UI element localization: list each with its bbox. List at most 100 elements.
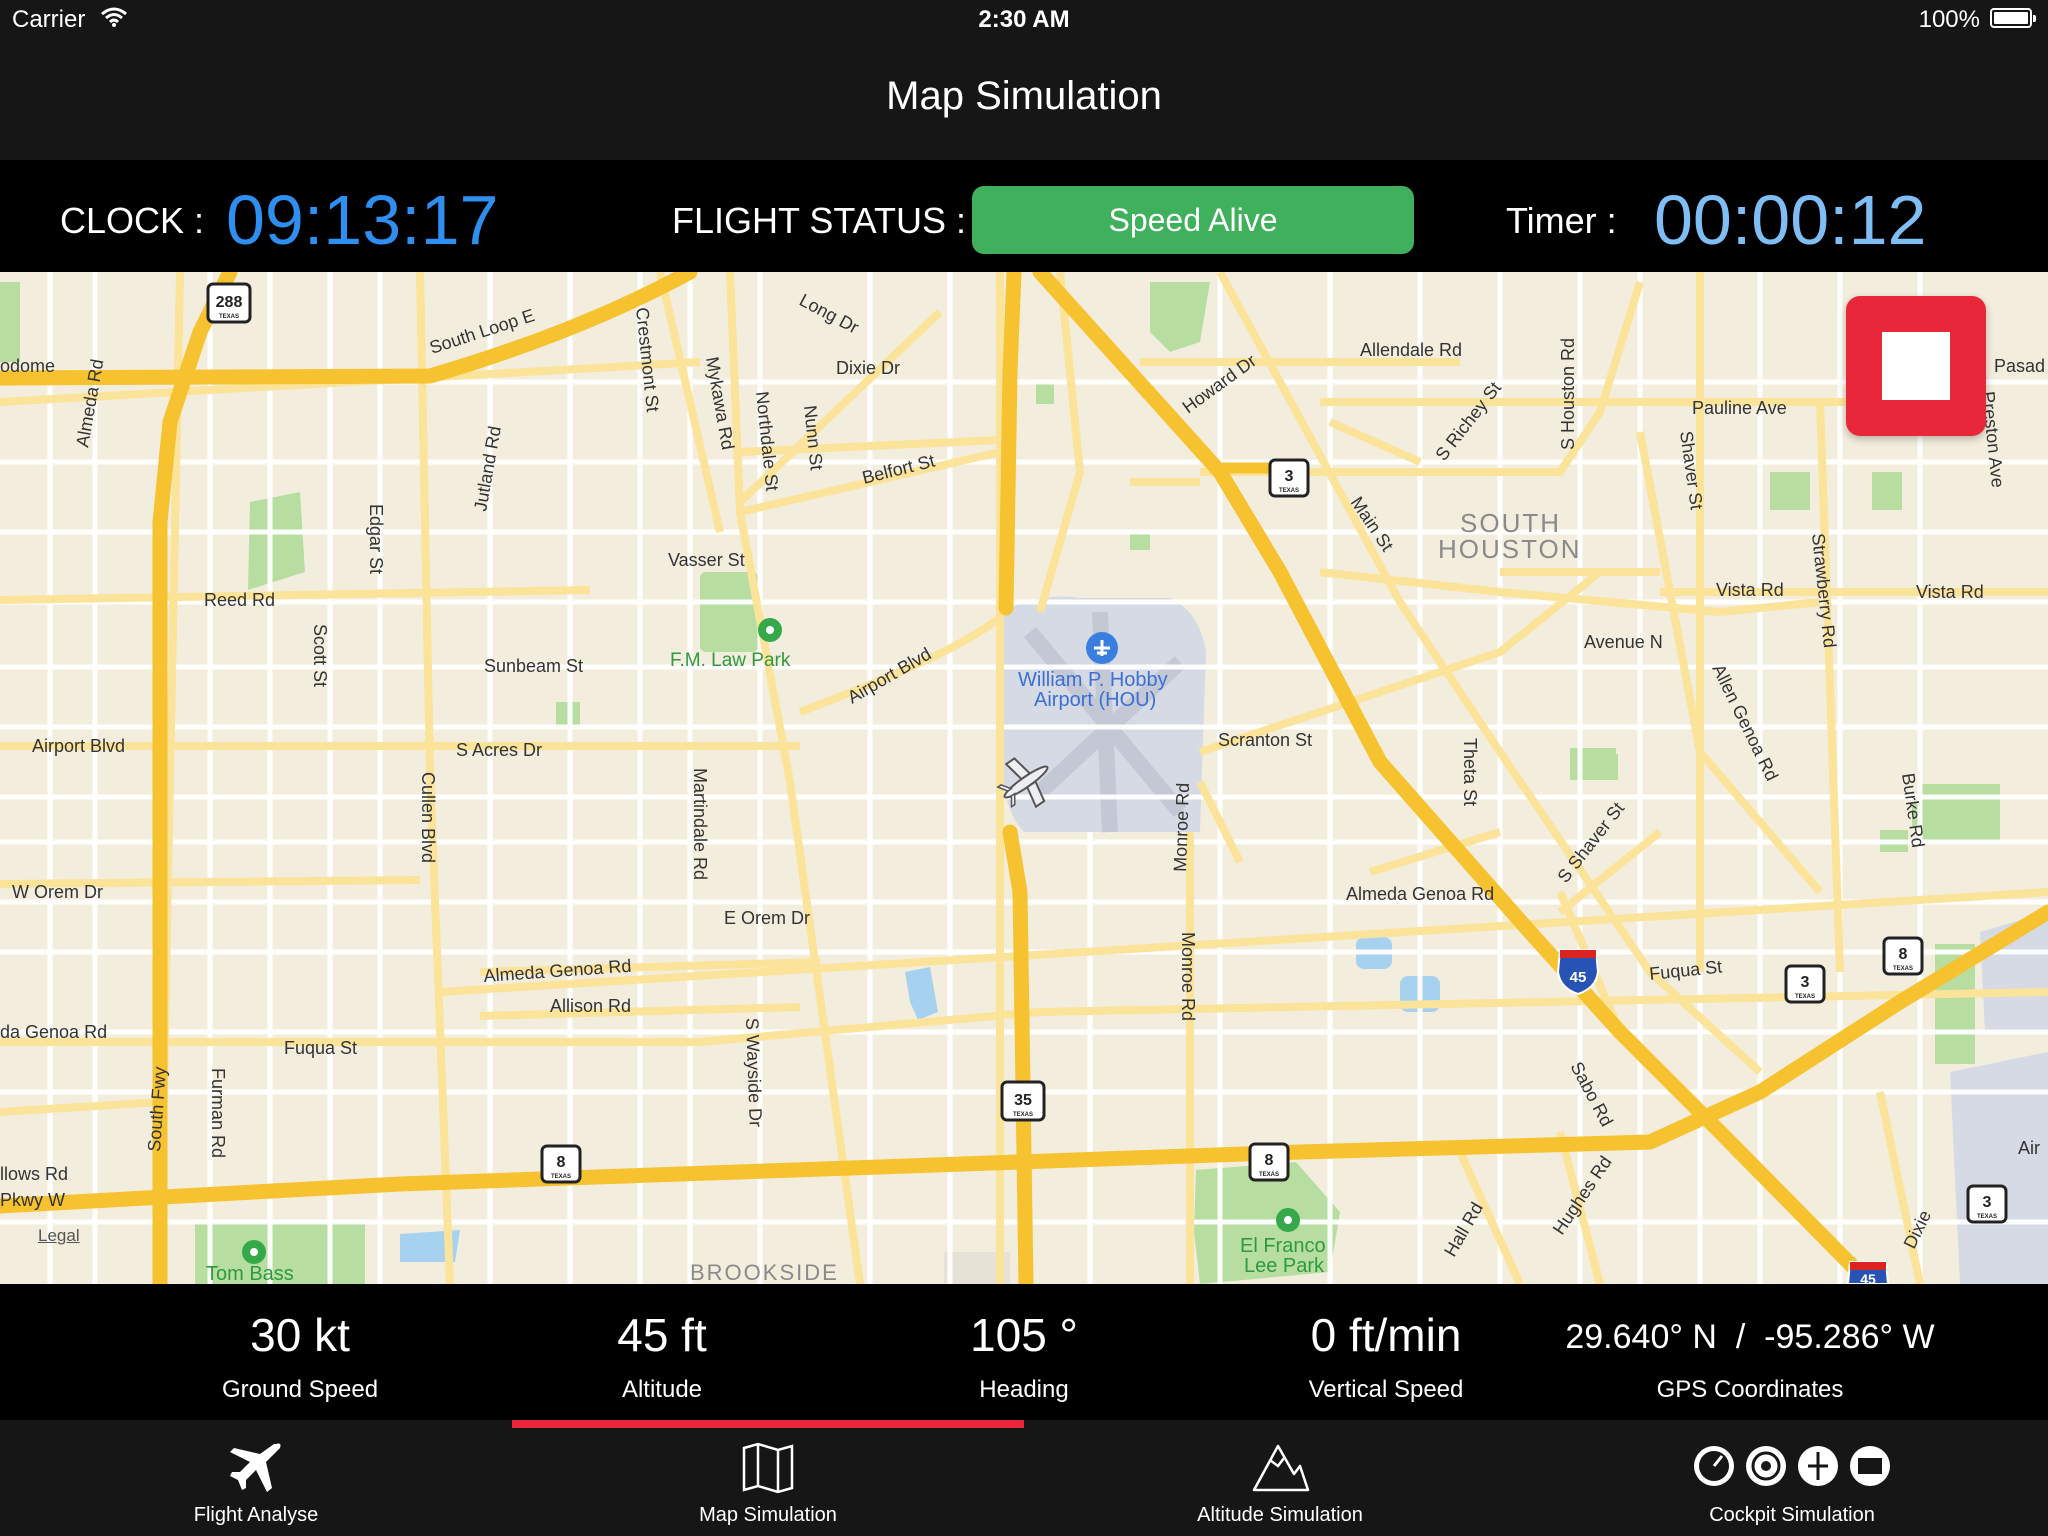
map-label-hall: Hall Rd	[1440, 1199, 1487, 1260]
svg-text:TEXAS: TEXAS	[1977, 1214, 1997, 1220]
svg-text:TEXAS: TEXAS	[1279, 488, 1299, 494]
map-label-vasser: Vasser St	[668, 550, 745, 570]
svg-text:TEXAS: TEXAS	[1893, 966, 1913, 972]
svg-text:288: 288	[216, 294, 243, 311]
svg-text:45: 45	[1860, 1271, 1876, 1284]
svg-text:3: 3	[1983, 1194, 1992, 1211]
map-label-cullen: Cullen Blvd	[418, 772, 438, 863]
svg-text:35: 35	[1014, 1092, 1032, 1109]
highway-shield-3-south: 3 TEXAS	[1966, 1184, 2008, 1224]
map-label-da-genoa: da Genoa Rd	[0, 1022, 107, 1042]
map-label-edgar: Edgar St	[366, 504, 386, 574]
map-label-vista-e: Vista Rd	[1916, 582, 1984, 602]
highway-shield-8-center: 8 TEXAS	[1248, 1142, 1290, 1182]
ground-speed-label: Ground Speed	[221, 1376, 379, 1403]
svg-text:TEXAS: TEXAS	[551, 1174, 571, 1180]
timer-label: Timer :	[1506, 200, 1617, 241]
clock-value: 09:13:17	[226, 181, 499, 259]
svg-text:3: 3	[1285, 468, 1294, 485]
map-label-monroe2: Monroe Rd	[1178, 932, 1198, 1021]
vertical-speed-readout: 0 ft/min Vertical Speed	[1246, 1284, 1526, 1420]
tab-bar: Flight Analyse Map Simulation Altitude S…	[0, 1420, 2048, 1536]
map-legal-link[interactable]: Legal	[38, 1226, 80, 1246]
interstate-shield-45: 45	[1556, 949, 1600, 996]
battery-icon	[1990, 8, 2036, 28]
highway-shield-288: 288 TEXAS	[206, 282, 252, 324]
altitude-label: Altitude	[621, 1376, 703, 1403]
svg-text:TEXAS: TEXAS	[1259, 1172, 1279, 1178]
tab-cockpit-simulation[interactable]: Cockpit Simulation	[1664, 1420, 1920, 1536]
vertical-speed-label: Vertical Speed	[1308, 1376, 1464, 1403]
map-label-pkwy: Pkwy W	[0, 1190, 65, 1210]
map-canvas[interactable]: South Loop E Dixie Dr Long Dr Belfort St…	[0, 272, 2048, 1284]
status-time: 2:30 AM	[978, 6, 1070, 33]
ground-speed-readout: 30 kt Ground Speed	[160, 1284, 440, 1420]
telemetry-bar: 30 kt Ground Speed 45 ft Altitude 105 ° …	[0, 1284, 2048, 1420]
map-label-fuqua: Fuqua St	[284, 1038, 357, 1058]
altitude-readout: 45 ft Altitude	[522, 1284, 802, 1420]
altitude-value: 45 ft	[617, 1309, 707, 1361]
page-title: Map Simulation	[886, 74, 1162, 118]
cockpit-instruments-icon	[1694, 1446, 1890, 1486]
map-label-pasad: Pasad	[1994, 356, 2045, 376]
map-label-airport-blvd-e: Airport Blvd	[844, 644, 935, 708]
map-label-e-orem: E Orem Dr	[724, 908, 810, 928]
highway-shield-35: 35 TEXAS	[1000, 1080, 1046, 1122]
map-label-scranton: Scranton St	[1218, 730, 1312, 750]
heading-readout: 105 ° Heading	[884, 1284, 1164, 1420]
map-label-avenue-n: Avenue N	[1584, 632, 1663, 652]
vertical-speed-value: 0 ft/min	[1310, 1309, 1462, 1361]
svg-text:TEXAS: TEXAS	[219, 314, 239, 320]
heading-value: 105 °	[970, 1309, 1078, 1361]
svg-text:3: 3	[1801, 974, 1810, 991]
highway-shield-8-east: 8 TEXAS	[1882, 936, 1924, 976]
tab-altitude-simulation[interactable]: Altitude Simulation	[1152, 1420, 1408, 1536]
battery-percent: 100%	[1918, 6, 1980, 33]
stop-icon	[1882, 332, 1950, 400]
map-label-el-franco-2: Lee Park	[1244, 1255, 1325, 1277]
clock-label: CLOCK :	[60, 200, 205, 241]
map-label-martindale: Martindale Rd	[690, 768, 710, 880]
svg-text:TEXAS: TEXAS	[1795, 994, 1815, 1000]
map-label-el-franco-1: El Franco	[1240, 1235, 1326, 1257]
highway-shield-3-east: 3 TEXAS	[1784, 964, 1826, 1004]
timer-value: 00:00:12	[1654, 181, 1927, 259]
map-label-vista: Vista Rd	[1716, 580, 1784, 600]
map-label-fm-law-park: F.M. Law Park	[670, 650, 791, 671]
selected-tab-indicator	[512, 1420, 1024, 1428]
map-label-monroe: Monroe Rd	[1170, 782, 1193, 872]
map-icon	[742, 1442, 794, 1494]
map-label-fuqua-e: Fuqua St	[1648, 956, 1723, 984]
svg-text:TEXAS: TEXAS	[1013, 1112, 1033, 1118]
map-label-dixie: Dixie Dr	[836, 358, 900, 378]
highway-shield-3: 3 TEXAS	[1268, 458, 1310, 498]
map-label-airport-code: Airport (HOU)	[1034, 689, 1156, 711]
status-bar: Carrier 2:30 AM 100%	[0, 0, 2048, 40]
map-label-sunbeam: Sunbeam St	[484, 656, 583, 676]
airplane-icon	[230, 1443, 281, 1492]
gps-readout: 29.640° N / -95.286° W GPS Coordinates	[1530, 1284, 1970, 1420]
flight-status-badge: Speed Alive	[972, 186, 1414, 254]
map-label-tom-bass: Tom Bass	[206, 1263, 294, 1284]
tab-flight-analyse[interactable]: Flight Analyse	[128, 1420, 384, 1536]
map-label-lows: llows Rd	[0, 1164, 68, 1184]
map-label-allen-genoa: Allen Genoa Rd	[1708, 661, 1782, 784]
flight-status-label: FLIGHT STATUS :	[672, 200, 967, 241]
map-label-scott: Scott St	[310, 624, 330, 687]
svg-text:8: 8	[1899, 946, 1908, 963]
mountain-icon	[1252, 1444, 1310, 1492]
map-label-airport-name: William P. Hobby	[1018, 669, 1168, 691]
stop-simulation-button[interactable]	[1846, 296, 1986, 436]
tab-label: Map Simulation	[699, 1504, 837, 1526]
map-label-airport-blvd-w: Airport Blvd	[32, 736, 125, 756]
tab-label: Altitude Simulation	[1197, 1504, 1363, 1526]
navigation-bar: Map Simulation	[0, 40, 2048, 160]
map-label-allendale: Allendale Rd	[1360, 340, 1462, 360]
map-view[interactable]: South Loop E Dixie Dr Long Dr Belfort St…	[0, 272, 2048, 1284]
map-label-theta: Theta St	[1460, 738, 1480, 806]
map-label-almeda-genoa-e: Almeda Genoa Rd	[1346, 884, 1494, 904]
tab-map-simulation[interactable]: Map Simulation	[640, 1420, 896, 1536]
interstate-shield-45-south: 45	[1846, 1261, 1890, 1284]
tab-label: Flight Analyse	[193, 1504, 319, 1526]
map-label-crestmont: Crestmont St	[632, 306, 663, 413]
